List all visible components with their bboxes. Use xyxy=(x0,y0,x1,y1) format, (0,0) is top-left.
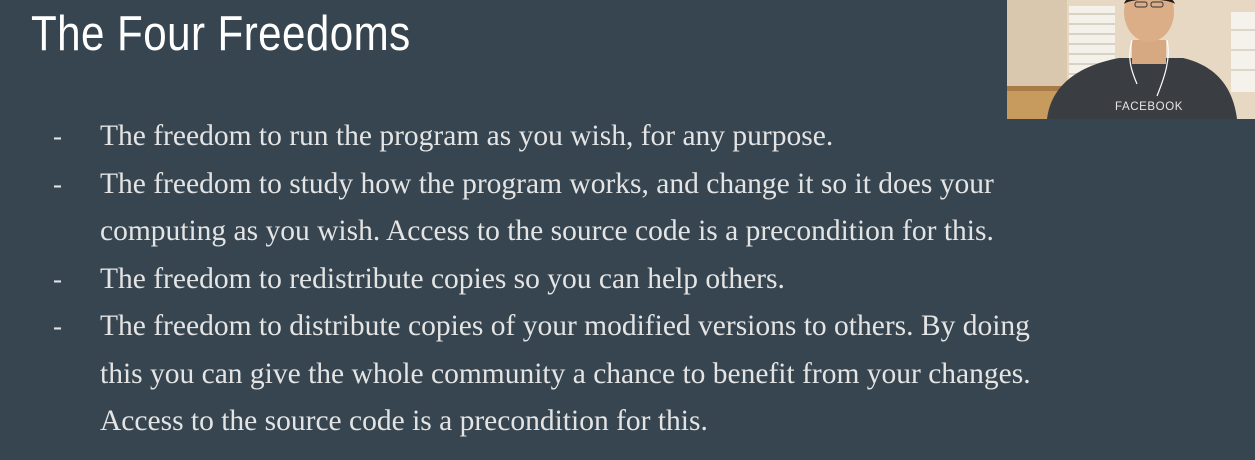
bullet-item-3: - The freedom to redistribute copies so … xyxy=(53,256,1243,304)
bullet-line: The freedom to run the program as you wi… xyxy=(100,120,834,152)
webcam-video-frame: FACEBOOK xyxy=(1007,0,1255,119)
bullet-marker: - xyxy=(53,263,62,294)
bullet-marker: - xyxy=(53,168,62,199)
bullet-line: The freedom to redistribute copies so yo… xyxy=(100,262,785,295)
bullet-line: computing as you wish. Access to the sou… xyxy=(100,215,994,247)
bullet-marker: - xyxy=(53,121,62,151)
webcam-overlay: FACEBOOK xyxy=(1007,0,1255,119)
bullet-line: this you can give the whole community a … xyxy=(100,357,1031,390)
slide-title: The Four Freedoms xyxy=(31,7,411,61)
bullet-list: - The freedom to run the program as you … xyxy=(53,113,1243,446)
bullet-item-4: - The freedom to distribute copies of yo… xyxy=(53,303,1243,446)
bullet-marker: - xyxy=(53,311,62,341)
bullet-line: The freedom to distribute copies of your… xyxy=(100,310,1030,342)
bullet-item-2: - The freedom to study how the program w… xyxy=(53,161,1243,256)
bullet-item-1: - The freedom to run the program as you … xyxy=(53,113,1243,161)
bullet-line: The freedom to study how the program wor… xyxy=(100,167,994,200)
bullet-line: Access to the source code is a precondit… xyxy=(100,405,708,437)
shirt-text: FACEBOOK xyxy=(1115,101,1183,113)
window-right xyxy=(1231,12,1255,92)
